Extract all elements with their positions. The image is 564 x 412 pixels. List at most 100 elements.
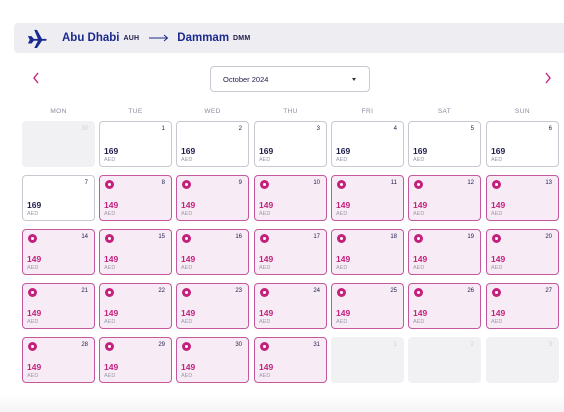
day-number: 14 — [81, 234, 88, 240]
fare-price: 149 — [104, 308, 119, 318]
promo-badge-icon — [260, 180, 269, 189]
day-number: 15 — [158, 234, 165, 240]
day-number: 17 — [313, 234, 320, 240]
fare-currency: AED — [336, 265, 348, 271]
calendar-day[interactable]: 6 169 AED — [486, 121, 559, 167]
fare-currency: AED — [259, 319, 271, 325]
fare-currency: AED — [413, 157, 425, 163]
day-number: 19 — [467, 234, 474, 240]
calendar-day[interactable]: 2 169 AED — [176, 121, 249, 167]
fare-price: 149 — [413, 200, 428, 210]
fare-currency: AED — [104, 265, 116, 271]
day-number: 18 — [390, 234, 397, 240]
fare-price: 149 — [181, 200, 196, 210]
calendar-day[interactable]: 31 149 AED — [254, 337, 327, 383]
calendar-day[interactable]: 23 149 AED — [176, 283, 249, 329]
fare-price: 149 — [259, 362, 274, 372]
promo-badge-icon — [337, 180, 346, 189]
day-number: 13 — [545, 180, 552, 186]
fare-currency: AED — [27, 319, 39, 325]
page-top-spacer — [0, 0, 564, 14]
fare-currency: AED — [27, 373, 39, 379]
calendar-day[interactable]: 14 149 AED — [22, 229, 95, 275]
calendar-day[interactable]: 25 149 AED — [331, 283, 404, 329]
fare-price: 169 — [491, 146, 506, 156]
day-number: 27 — [545, 288, 552, 294]
calendar-day[interactable]: 12 149 AED — [408, 175, 481, 221]
promo-badge-icon — [28, 288, 37, 297]
fare-price: 149 — [413, 254, 428, 264]
fare-currency: AED — [181, 211, 193, 217]
calendar-day[interactable]: 24 149 AED — [254, 283, 327, 329]
calendar-day[interactable]: 15 149 AED — [99, 229, 172, 275]
fare-currency: AED — [27, 265, 39, 271]
promo-badge-icon — [492, 288, 501, 297]
arrow-right-icon — [149, 34, 169, 42]
calendar-day[interactable]: 28 149 AED — [22, 337, 95, 383]
fare-currency: AED — [104, 373, 116, 379]
calendar-day[interactable]: 21 149 AED — [22, 283, 95, 329]
calendar-day[interactable]: 30 149 AED — [176, 337, 249, 383]
fare-price: 169 — [181, 146, 196, 156]
caret-down-icon — [352, 78, 356, 81]
fare-price: 149 — [259, 308, 274, 318]
fare-price: 149 — [413, 308, 428, 318]
calendar-day[interactable]: 20 149 AED — [486, 229, 559, 275]
promo-badge-icon — [414, 180, 423, 189]
calendar-day[interactable]: 11 149 AED — [331, 175, 404, 221]
promo-badge-icon — [337, 234, 346, 243]
fare-currency: AED — [181, 373, 193, 379]
promo-badge-icon — [182, 180, 191, 189]
promo-badge-icon — [337, 288, 346, 297]
day-number: 23 — [235, 288, 242, 294]
promo-badge-icon — [182, 234, 191, 243]
calendar-day[interactable]: 10 149 AED — [254, 175, 327, 221]
month-select[interactable]: October 2024 — [210, 66, 370, 92]
day-number: 22 — [158, 288, 165, 294]
calendar-day[interactable]: 9 149 AED — [176, 175, 249, 221]
calendar-day[interactable]: 26 149 AED — [408, 283, 481, 329]
calendar-day[interactable]: 17 149 AED — [254, 229, 327, 275]
calendar-day[interactable]: 27 149 AED — [486, 283, 559, 329]
day-number: 12 — [467, 180, 474, 186]
fare-currency: AED — [181, 265, 193, 271]
month-select-value: October 2024 — [223, 74, 269, 84]
weekday-sun: SUN — [515, 108, 530, 115]
day-number: 10 — [313, 180, 320, 186]
day-number: 3 — [316, 126, 320, 132]
calendar-day[interactable]: 7 169 AED — [22, 175, 95, 221]
day-number: 4 — [393, 126, 397, 132]
promo-badge-icon — [28, 342, 37, 351]
weekday-fri: FRI — [361, 108, 374, 115]
calendar-day[interactable]: 22 149 AED — [99, 283, 172, 329]
calendar-day[interactable]: 13 149 AED — [486, 175, 559, 221]
calendar-day[interactable]: 16 149 AED — [176, 229, 249, 275]
fare-price: 149 — [336, 308, 351, 318]
promo-badge-icon — [260, 342, 269, 351]
calendar-day[interactable]: 3 169 AED — [254, 121, 327, 167]
fare-price: 149 — [104, 200, 119, 210]
promo-badge-icon — [182, 288, 191, 297]
promo-badge-icon — [260, 288, 269, 297]
fare-currency: AED — [336, 211, 348, 217]
bottom-fade — [0, 394, 564, 412]
next-month-button[interactable] — [540, 70, 556, 86]
previous-month-button[interactable] — [28, 70, 44, 86]
calendar-day[interactable]: 5 169 AED — [408, 121, 481, 167]
fare-currency: AED — [491, 211, 503, 217]
fare-price: 149 — [259, 254, 274, 264]
calendar-day[interactable]: 8 149 AED — [99, 175, 172, 221]
promo-badge-icon — [105, 234, 114, 243]
fare-price: 149 — [491, 254, 506, 264]
calendar-day[interactable]: 1 169 AED — [99, 121, 172, 167]
promo-badge-icon — [414, 234, 423, 243]
fare-price: 169 — [413, 146, 428, 156]
calendar-day[interactable]: 19 149 AED — [408, 229, 481, 275]
day-number: 26 — [467, 288, 474, 294]
fare-price: 149 — [27, 308, 42, 318]
calendar-day[interactable]: 18 149 AED — [331, 229, 404, 275]
calendar-day[interactable]: 4 169 AED — [331, 121, 404, 167]
calendar-day[interactable]: 29 149 AED — [99, 337, 172, 383]
day-number: 9 — [238, 180, 242, 186]
fare-currency: AED — [413, 319, 425, 325]
